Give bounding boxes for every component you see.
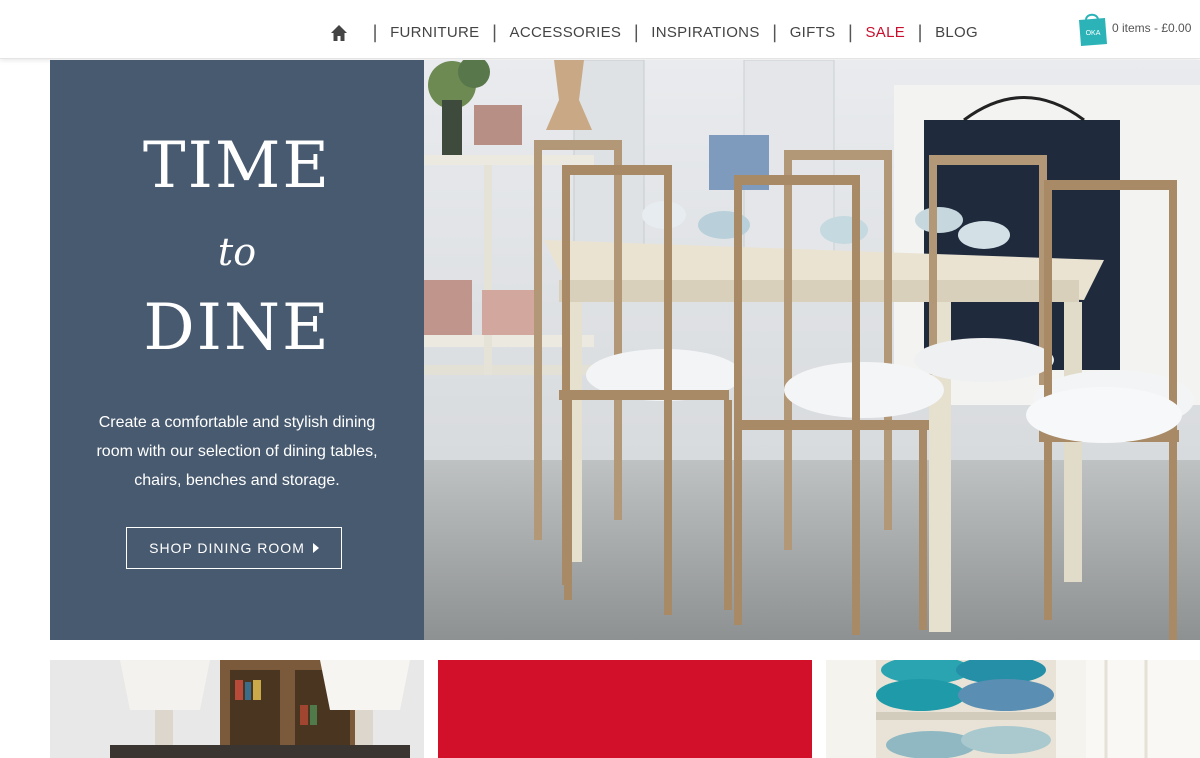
nav-item-inspirations[interactable]: INSPIRATIONS (651, 20, 759, 46)
nav-separator: | (491, 22, 498, 43)
promo-tile-cushions[interactable] (826, 660, 1200, 758)
top-navigation-bar: | FURNITURE | ACCESSORIES | INSPIRATIONS… (0, 0, 1200, 59)
nav-separator: | (847, 22, 854, 43)
hero-banner: TIME to DINE Create a comfortable and st… (50, 60, 1200, 640)
bag-brand-label: OKA (1086, 30, 1101, 37)
nav-item-accessories[interactable]: ACCESSORIES (510, 20, 622, 46)
main-nav: | FURNITURE | ACCESSORIES | INSPIRATIONS… (330, 20, 978, 46)
hero-title-line2: to (217, 230, 257, 274)
lamps-bookcase-illustration (50, 660, 424, 758)
nav-separator: | (917, 22, 924, 43)
shop-dining-room-button[interactable]: SHOP DINING ROOM (126, 527, 342, 569)
nav-item-furniture[interactable]: FURNITURE (390, 20, 479, 46)
hero-text-panel: TIME to DINE Create a comfortable and st… (50, 60, 424, 640)
promo-tile-lamps[interactable] (50, 660, 424, 758)
hero-description: Create a comfortable and stylish dining … (96, 414, 378, 489)
cushions-shelves-illustration (826, 660, 1200, 758)
home-icon[interactable] (330, 24, 348, 42)
cart-summary: 0 items - £0.00 (1112, 21, 1192, 35)
nav-item-blog[interactable]: BLOG (935, 20, 978, 46)
hero-title-line3: DINE (143, 291, 331, 365)
shopping-cart[interactable]: OKA 0 items - £0.00 (1076, 10, 1191, 46)
nav-item-gifts[interactable]: GIFTS (790, 20, 836, 46)
nav-separator: | (372, 22, 379, 43)
arrow-right-icon (312, 543, 319, 553)
nav-separator: | (771, 22, 778, 43)
shop-dining-room-label: SHOP DINING ROOM (149, 540, 305, 556)
dining-room-illustration (424, 60, 1200, 640)
shopping-bag-icon: OKA (1079, 13, 1107, 46)
promo-tile-red[interactable] (438, 660, 812, 758)
hero-title-line1: TIME (142, 129, 332, 203)
nav-separator: | (633, 22, 640, 43)
dining-room-photo[interactable] (424, 60, 1200, 640)
nav-item-sale[interactable]: SALE (865, 20, 905, 46)
